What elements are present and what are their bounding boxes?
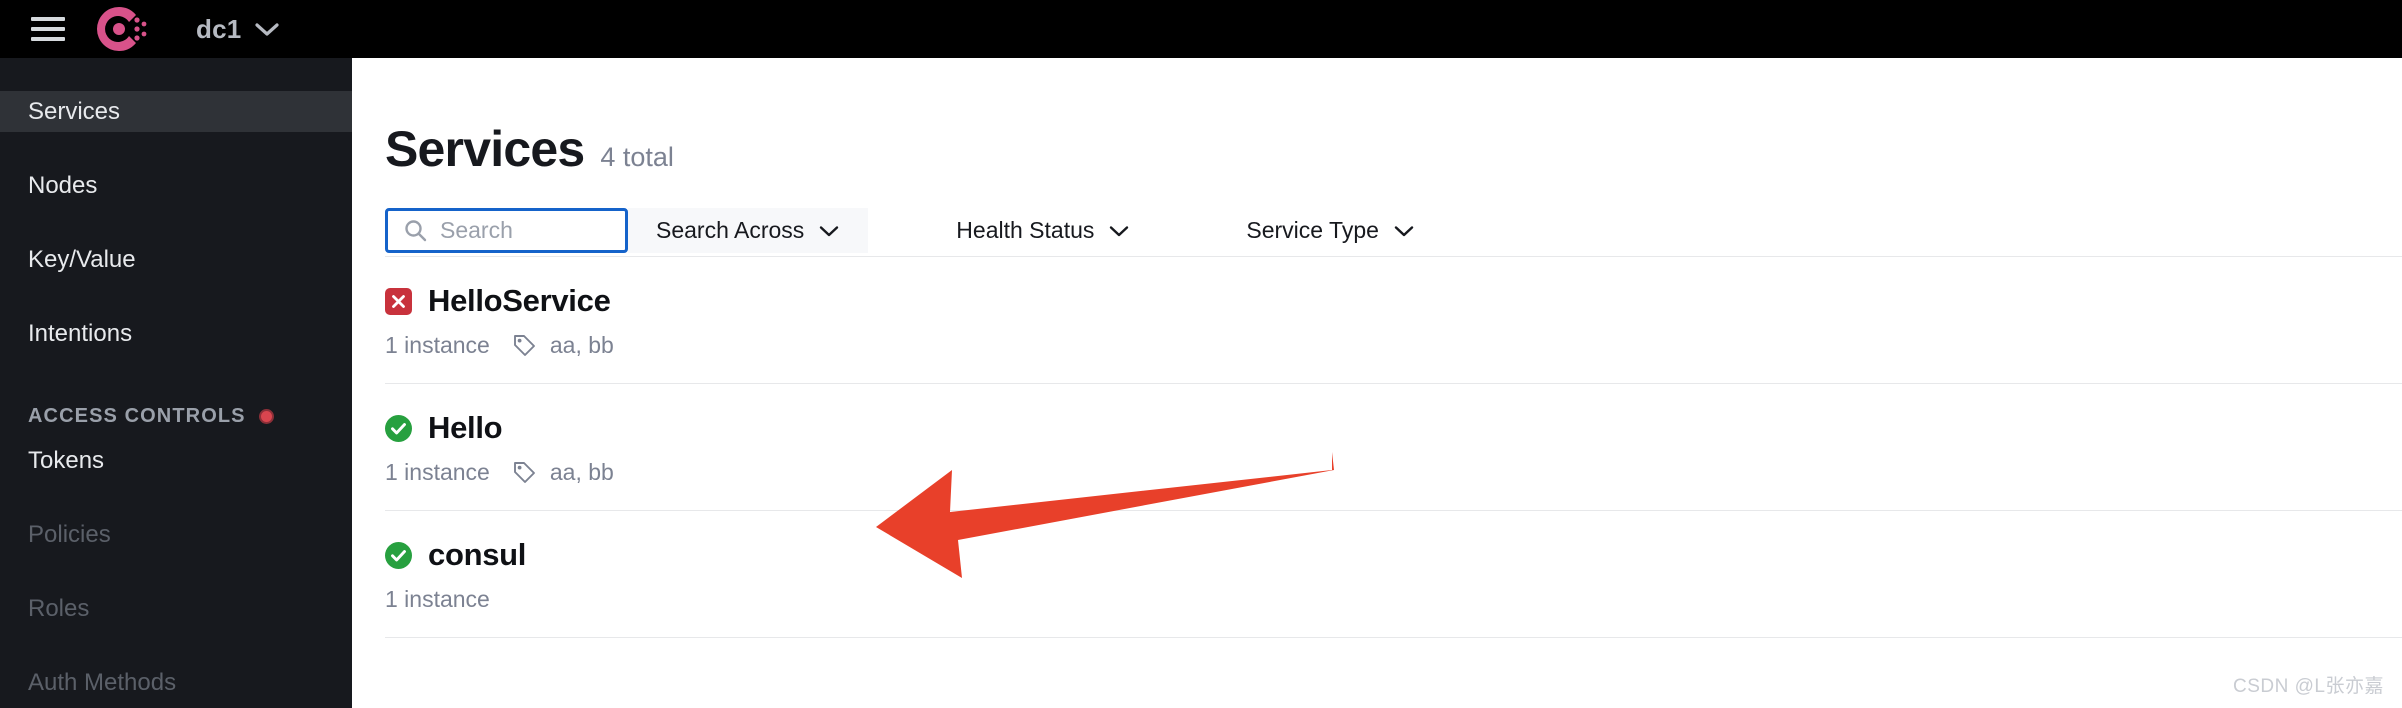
sidebar-item-roles[interactable]: Roles — [0, 588, 352, 629]
chevron-down-icon — [255, 23, 280, 36]
health-status-dropdown[interactable]: Health Status — [928, 208, 1158, 253]
chevron-down-icon — [820, 225, 839, 236]
sidebar-item-tokens[interactable]: Tokens — [0, 440, 352, 481]
sidebar-section-label: ACCESS CONTROLS — [28, 405, 246, 427]
sidebar-item-label: Key/Value — [28, 245, 136, 273]
sidebar-item-label: Auth Methods — [28, 668, 177, 696]
instance-count: 1 instance — [385, 332, 490, 358]
datacenter-selector[interactable]: dc1 — [196, 14, 280, 45]
sidebar-item-intentions[interactable]: Intentions — [0, 313, 352, 354]
page-title: Services — [385, 121, 585, 177]
service-row[interactable]: HelloService 1 instance aa, bb — [385, 257, 2402, 384]
main-sidebar: Services Nodes Key/Value Intentions ACCE… — [0, 58, 352, 708]
check-circle-icon — [385, 414, 412, 442]
search-across-dropdown[interactable]: Search Across — [628, 208, 869, 253]
instance-count: 1 instance — [385, 459, 490, 485]
health-status-label: Health Status — [956, 217, 1095, 243]
chevron-down-icon — [1110, 225, 1129, 236]
tag-icon — [513, 462, 535, 483]
check-circle-icon — [385, 541, 412, 569]
service-name: HelloService — [428, 283, 611, 318]
top-navigation-bar: dc1 — [0, 0, 2402, 58]
service-type-label: Service Type — [1246, 217, 1379, 243]
tag-list: aa, bb — [549, 459, 614, 485]
service-list: HelloService 1 instance aa, bb Hello 1 i… — [385, 257, 2402, 638]
sidebar-item-label: Services — [28, 97, 121, 125]
x-circle-icon — [385, 287, 412, 315]
service-tags: aa, bb — [512, 459, 614, 486]
service-name: Hello — [428, 410, 503, 445]
hamburger-bar — [31, 37, 65, 41]
hamburger-menu-icon[interactable] — [31, 17, 65, 41]
tag-icon — [513, 335, 535, 356]
service-count-label: 4 total — [600, 142, 674, 172]
sidebar-item-services[interactable]: Services — [0, 91, 352, 132]
consul-logo[interactable] — [95, 2, 149, 56]
service-tags: aa, bb — [512, 332, 614, 359]
sidebar-section-access-controls: ACCESS CONTROLS — [0, 396, 352, 437]
page-header: Services 4 total — [385, 120, 2402, 178]
service-row[interactable]: consul 1 instance — [385, 511, 2402, 638]
hamburger-bar — [31, 27, 65, 31]
sidebar-item-label: Nodes — [28, 171, 98, 199]
sidebar-item-label: Policies — [28, 520, 111, 548]
service-name: consul — [428, 537, 527, 572]
sidebar-item-policies[interactable]: Policies — [0, 514, 352, 555]
search-across-label: Search Across — [656, 217, 805, 243]
chevron-down-icon — [1394, 225, 1414, 236]
search-placeholder: Search — [440, 217, 513, 243]
service-type-dropdown[interactable]: Service Type — [1218, 208, 1443, 253]
filter-toolbar: Search Search Across Health Status Servi… — [385, 208, 2402, 257]
sidebar-item-key-value[interactable]: Key/Value — [0, 239, 352, 280]
main-content: Services 4 total Search Search Across He… — [352, 58, 2402, 708]
watermark-text: CSDN @L张亦嘉 — [2233, 676, 2384, 697]
sidebar-item-auth-methods[interactable]: Auth Methods — [0, 662, 352, 703]
instance-count: 1 instance — [385, 586, 490, 612]
sidebar-item-label: Roles — [28, 594, 90, 622]
search-input[interactable]: Search — [385, 208, 628, 253]
search-icon — [405, 220, 427, 242]
service-row[interactable]: Hello 1 instance aa, bb — [385, 384, 2402, 511]
hamburger-bar — [31, 17, 65, 21]
consul-ui-screen: dc1 Services Nodes Key/Value Intentions … — [0, 0, 2402, 708]
sidebar-item-label: Intentions — [28, 319, 133, 347]
sidebar-item-nodes[interactable]: Nodes — [0, 165, 352, 206]
tag-list: aa, bb — [549, 332, 614, 358]
datacenter-label: dc1 — [196, 13, 242, 44]
sidebar-item-label: Tokens — [28, 446, 105, 474]
red-status-dot — [258, 409, 274, 424]
